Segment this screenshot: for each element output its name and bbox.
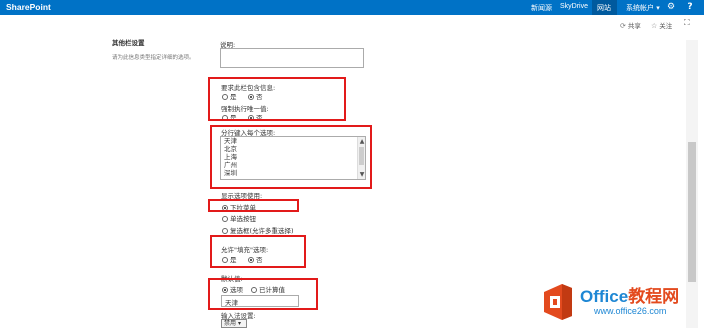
office-logo-icon xyxy=(544,284,572,320)
sites-link[interactable]: 网站 xyxy=(597,3,611,13)
chevron-down-icon: ▾ xyxy=(656,4,660,12)
ime-value: 禁用 xyxy=(224,320,237,327)
radio-icon xyxy=(222,216,228,222)
ime-mode-select[interactable]: 禁用 ▾ xyxy=(221,319,247,328)
radio-label: 复选框(允许多重选择) xyxy=(230,227,294,235)
user-name: 系统帐户 xyxy=(626,4,654,12)
radio-buttons-radio[interactable]: 单选按钮 xyxy=(222,213,256,223)
app-brand[interactable]: SharePoint xyxy=(6,2,51,12)
help-icon[interactable]: ? xyxy=(683,1,697,14)
annotation-box-dropdown xyxy=(208,199,299,212)
newsfeed-link[interactable]: 新闻源 xyxy=(531,3,552,13)
skydrive-link[interactable]: SkyDrive xyxy=(560,3,588,10)
section-title: 其他栏设置 xyxy=(112,39,145,47)
page-scroll-thumb[interactable] xyxy=(688,142,696,282)
action-bar: ⟳ 共享 ☆ 关注 ⛶ xyxy=(0,15,704,32)
annotation-box-options xyxy=(210,125,372,189)
share-icon: ⟳ xyxy=(620,22,626,30)
gear-icon[interactable]: ⚙ xyxy=(664,1,678,14)
share-button[interactable]: ⟳ 共享 xyxy=(620,20,641,30)
annotation-box-default xyxy=(208,278,318,310)
focus-content-icon[interactable]: ⛶ xyxy=(684,18,690,28)
watermark-url: www.office26.com xyxy=(594,306,667,316)
chevron-down-icon: ▾ xyxy=(237,320,241,327)
watermark-title-cn: 教程网 xyxy=(628,287,680,306)
follow-button[interactable]: ☆ 关注 xyxy=(651,20,672,30)
watermark: Office教程网 www.office26.com xyxy=(540,276,704,328)
annotation-box-fill-in xyxy=(210,235,306,268)
section-description: 请为此信息类型指定详细的选项。 xyxy=(112,55,195,61)
user-menu[interactable]: 系统帐户 ▾ xyxy=(626,3,660,13)
watermark-title: Office教程网 xyxy=(580,282,679,307)
share-label: 共享 xyxy=(627,22,641,30)
radio-label: 单选按钮 xyxy=(230,215,256,223)
suite-bar: SharePoint 新闻源 SkyDrive 网站 系统帐户 ▾ ⚙ ? xyxy=(0,0,704,15)
checkboxes-radio[interactable]: 复选框(允许多重选择) xyxy=(222,225,294,235)
watermark-title-en: Office xyxy=(580,287,629,306)
description-field[interactable] xyxy=(220,48,364,68)
star-icon: ☆ xyxy=(651,22,658,30)
radio-icon xyxy=(222,228,228,234)
follow-label: 关注 xyxy=(659,22,673,30)
annotation-box-required xyxy=(208,77,346,121)
